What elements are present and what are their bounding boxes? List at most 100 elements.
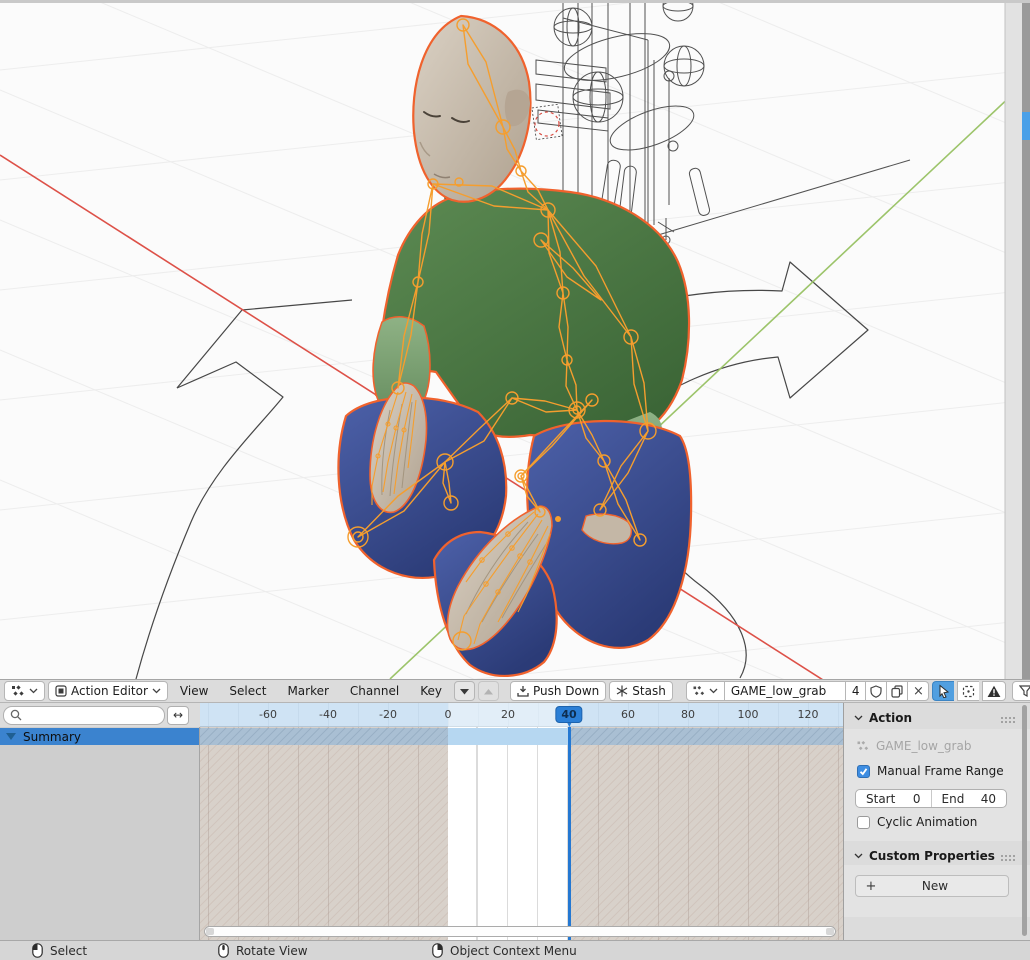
unlink-action-button[interactable]: × [908, 681, 929, 701]
armature-root-dot [555, 516, 561, 522]
expand-search-button[interactable]: ↔ [167, 706, 189, 725]
viewport-canvas [0, 0, 1030, 679]
channel-search-input[interactable] [3, 706, 165, 725]
hidden-channels-filter-button[interactable] [957, 681, 979, 701]
triangle-down-icon [460, 688, 469, 695]
viewport-right-edge [1022, 0, 1030, 679]
triangle-up-icon [484, 688, 493, 695]
scrollbar-right-handle[interactable] [826, 928, 834, 935]
push-down-button[interactable]: Push Down [510, 681, 606, 701]
new-action-copy-button[interactable] [887, 681, 908, 701]
action-users-count[interactable]: 4 [846, 681, 867, 701]
menu-channel[interactable]: Channel [341, 684, 408, 698]
viewport-top-edge [0, 0, 1030, 3]
menu-key[interactable]: Key [411, 684, 451, 698]
plus-icon: + [856, 879, 886, 894]
mouse-middle-button-icon [218, 943, 229, 958]
linked-action-row: GAME_low_grab [857, 739, 971, 753]
manual-frame-range-checkbox[interactable] [857, 765, 870, 778]
action-name-field[interactable]: GAME_low_grab [725, 681, 846, 701]
frame-range-fields: Start 0 End 40 [855, 789, 1007, 808]
expand-triangle-icon[interactable] [6, 733, 16, 740]
action-icon [857, 741, 869, 752]
mouse-right-button-icon [432, 943, 443, 958]
filters-dropdown[interactable] [1012, 681, 1030, 701]
channel-list: Summary [0, 727, 200, 940]
viewport-right-strip [1005, 0, 1022, 679]
panel-vertical-scrollbar[interactable] [1022, 705, 1027, 936]
editor-type-dropdown[interactable] [4, 681, 45, 701]
ruler-tick: 0 [445, 708, 452, 721]
status-select: Select [32, 943, 87, 958]
playhead-line[interactable] [568, 727, 571, 940]
move-up-button-disabled[interactable] [478, 681, 499, 701]
channel-search-row: ↔ [0, 703, 200, 727]
drag-dots-icon[interactable] [1000, 713, 1016, 727]
push-down-icon [517, 685, 529, 697]
action-section-header[interactable]: Action [854, 711, 912, 725]
dope-sheet-header: Action Editor View Select Marker Channel… [0, 679, 1030, 703]
show-errors-filter-button[interactable] [982, 681, 1006, 701]
copy-icon [891, 685, 903, 698]
ruler-tick: -20 [379, 708, 397, 721]
ruler-tick: 20 [501, 708, 515, 721]
ruler-tick: 60 [621, 708, 635, 721]
chevron-down-icon [29, 688, 38, 694]
action-browse-dropdown[interactable] [686, 681, 725, 701]
chevron-down-icon [152, 688, 161, 694]
mode-dropdown[interactable]: Action Editor [48, 681, 168, 701]
warning-icon [987, 685, 1001, 698]
current-frame-indicator[interactable]: 40 [555, 706, 582, 723]
cyclic-animation-checkbox[interactable] [857, 816, 870, 829]
custom-properties-section-header[interactable]: Custom Properties [854, 849, 995, 863]
menu-marker[interactable]: Marker [278, 684, 337, 698]
new-property-button[interactable]: + New [855, 875, 1009, 897]
keyframe-area[interactable] [200, 727, 843, 940]
status-bar: Select Rotate View Object Context Menu [0, 940, 1030, 960]
timeline-ruler[interactable]: -60 -40 -20 0 20 60 80 100 120 40 [200, 703, 843, 727]
end-frame-field[interactable]: End 40 [932, 790, 1007, 807]
move-down-button[interactable] [454, 681, 475, 701]
sidebar-toggle-tab[interactable] [1022, 112, 1030, 140]
drag-dots-icon[interactable] [1000, 851, 1016, 865]
mouse-left-button-icon [32, 943, 43, 958]
end-frame-value: 40 [981, 792, 996, 806]
fake-user-shield-button[interactable] [866, 681, 887, 701]
start-frame-field[interactable]: Start 0 [856, 790, 932, 807]
sidebar-panel: Action GAME_low_grab Manual Frame Range … [843, 703, 1030, 940]
cyclic-animation-label[interactable]: Cyclic Animation [877, 815, 977, 829]
summary-band-in-range [448, 728, 569, 745]
filter-cluster: Nearest F [932, 681, 1030, 701]
manual-frame-range-row: Manual Frame Range [857, 764, 1004, 778]
menu-view[interactable]: View [171, 684, 217, 698]
chevron-down-icon [854, 715, 863, 721]
mode-label: Action Editor [71, 684, 148, 698]
ruler-tick: -60 [259, 708, 277, 721]
menu-select[interactable]: Select [220, 684, 275, 698]
custom-properties-title: Custom Properties [869, 849, 995, 863]
action-section-title: Action [869, 711, 912, 725]
cursor-icon [937, 684, 950, 698]
ruler-tick: 120 [798, 708, 819, 721]
turn-arrow-left [136, 300, 352, 679]
cyclic-animation-row: Cyclic Animation [857, 815, 977, 829]
ruler-tick: -40 [319, 708, 337, 721]
only-selected-filter-button[interactable] [932, 681, 954, 701]
chevron-down-icon [854, 853, 863, 859]
search-icon [10, 709, 22, 721]
horizontal-scrollbar[interactable] [204, 926, 836, 937]
stash-button[interactable]: Stash [609, 681, 673, 701]
start-frame-value: 0 [913, 792, 921, 806]
summary-channel-row[interactable]: Summary [0, 728, 199, 745]
linked-action-name: GAME_low_grab [876, 739, 971, 753]
ruler-tick: 100 [738, 708, 759, 721]
status-object-context-menu: Object Context Menu [432, 943, 577, 958]
ruler-tick: 80 [681, 708, 695, 721]
3d-viewport[interactable] [0, 0, 1030, 679]
action-frame-range [448, 727, 569, 940]
dashed-box-icon [962, 685, 975, 698]
action-editor-icon [55, 685, 67, 697]
manual-frame-range-label[interactable]: Manual Frame Range [877, 764, 1004, 778]
scrollbar-left-handle[interactable] [206, 928, 214, 935]
funnel-icon [1019, 685, 1030, 697]
